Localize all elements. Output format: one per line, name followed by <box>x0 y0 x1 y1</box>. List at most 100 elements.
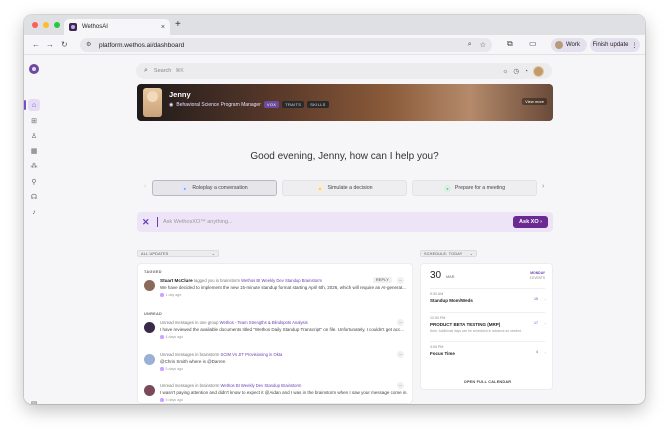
main-content: ⌕ Search ⌘K ☼ ◷ ◔ Jenny ◉ Behavioral Sci… <box>44 56 645 404</box>
calendar-event[interactable]: 12:00 PM PRODUCT BETA TESTING (MRP) Note… <box>430 316 546 333</box>
avatar <box>144 322 155 333</box>
new-tab-button[interactable]: + <box>175 19 181 31</box>
more-options-icon[interactable]: ⋯ <box>397 277 404 284</box>
profile-role-row: ◉ Behavioral Science Program Manager VOX… <box>169 101 329 108</box>
person-icon[interactable]: ♙ <box>28 130 40 142</box>
ask-input[interactable]: ✕ Ask WethosXO™ anything... Ask XO › <box>137 212 553 232</box>
profile-button[interactable]: Work <box>551 38 587 52</box>
collapse-sidebar-icon[interactable]: ▤ <box>28 398 40 404</box>
profile-role: Behavioral Science Program Manager <box>176 101 261 108</box>
view-more-button[interactable]: View more <box>522 98 547 105</box>
url-text[interactable]: platform.wethos.ai/dashboard <box>99 42 460 49</box>
chevron-down-icon: ⌄ <box>469 252 473 256</box>
ask-xo-button[interactable]: Ask XO › <box>513 216 548 228</box>
schedule-month: MAR <box>446 275 455 279</box>
ask-placeholder[interactable]: Ask WethosXO™ anything... <box>163 219 513 225</box>
event-time: 12:00 PM <box>430 316 446 320</box>
theme-toggle-icon[interactable]: ☼ <box>502 68 508 75</box>
meeting-icon: ● <box>443 184 451 192</box>
prompt-suggestions: ‹ ● Roleplay a conversation ● Simulate a… <box>144 180 552 196</box>
feed-item-header: Unread messages in brainstorm SCIM Vs JI… <box>160 352 283 357</box>
browser-window: WethosAI × + ← → ↻ ⚙ platform.wethos.ai/… <box>24 15 645 404</box>
zoom-search-icon[interactable]: ⌕ <box>468 41 472 49</box>
back-arrow-icon[interactable]: ← <box>32 39 40 51</box>
calendar-icon[interactable]: ▦ <box>28 145 40 157</box>
event-title: PRODUCT BETA TESTING (MRP) <box>430 322 501 327</box>
feed-item-meta: 4 days ago <box>160 335 183 339</box>
traffic-lights <box>32 22 60 28</box>
ask-divider <box>157 217 158 227</box>
search-input[interactable]: ⌕ Search ⌘K ☼ ◷ ◔ <box>136 63 552 79</box>
prompt-prev-icon[interactable]: ‹ <box>144 183 146 190</box>
feed-item[interactable]: Unread messages in brainstorm Wethos BI … <box>144 382 408 404</box>
updates-filter-dropdown[interactable]: ALL UPDATES ⌄ <box>137 250 219 257</box>
more-options-icon[interactable]: ⋯ <box>397 351 404 358</box>
brainstorm-link[interactable]: SCIM Vs JIT Provisioning in Okta <box>221 352 283 357</box>
feed-item-meta: 1 day ago <box>160 293 181 297</box>
schedule-filter-dropdown[interactable]: SCHEDULE: TODAY ⌄ <box>420 250 477 257</box>
finish-update-label: Finish update <box>592 42 629 48</box>
chip-traits[interactable]: TRAITS <box>282 101 305 108</box>
forward-arrow-icon[interactable]: → <box>46 39 54 51</box>
divider <box>430 312 545 313</box>
microphone-icon[interactable]: ♪ <box>28 206 40 218</box>
chip-vox[interactable]: VOX <box>263 101 280 108</box>
team-icon[interactable]: ☊ <box>28 191 40 203</box>
location-pin-icon[interactable]: ⚲ <box>28 176 40 188</box>
profile-banner: Jenny ◉ Behavioral Science Program Manag… <box>137 84 553 121</box>
divider <box>430 288 545 289</box>
schedule-day: 30 <box>430 270 442 281</box>
site-settings-icon[interactable]: ⚙ <box>86 42 93 49</box>
group-link[interactable]: Wethos - Team Strengths & Blindspots Ana… <box>220 320 308 325</box>
feed-item-header: Stuart McClure tagged you in brainstorm … <box>160 278 322 283</box>
wethos-favicon-icon <box>69 23 77 31</box>
home-icon[interactable]: ⌂ <box>28 99 40 111</box>
event-attendee-count: 17 <box>534 321 538 325</box>
search-placeholder: Search <box>153 68 172 74</box>
prompt-next-icon[interactable]: › <box>542 183 544 190</box>
sidebar-toggle-icon[interactable]: ▭ <box>529 39 537 48</box>
minimize-window-button[interactable] <box>43 22 49 28</box>
history-icon[interactable]: ◷ <box>513 67 519 75</box>
prompt-card-roleplay[interactable]: ● Roleplay a conversation <box>152 180 277 196</box>
dashboard-grid-icon[interactable]: ⊞ <box>28 115 40 127</box>
finish-update-button[interactable]: Finish update ⋮ <box>590 38 640 52</box>
maximize-window-button[interactable] <box>54 22 60 28</box>
calendar-event[interactable]: 9:30 AM Standup Mom/Weds 15 › <box>430 292 546 303</box>
brainstorm-link[interactable]: Wethos BI Weekly Dev Standup Brainstorm <box>241 278 322 283</box>
updates-feed: ALL UPDATES ⌄ TAGGED Stuart McClure tagg… <box>137 250 413 404</box>
notification-icon[interactable]: ◔ <box>524 68 528 75</box>
profile-photo <box>143 88 162 117</box>
user-avatar[interactable] <box>533 65 544 77</box>
prompt-card-meeting[interactable]: ● Prepare for a meeting <box>412 180 537 196</box>
calendar-event[interactable]: 3:00 PM Focus Time 4 › <box>430 345 546 356</box>
feed-item-meta: 5 days ago <box>160 398 183 402</box>
reload-icon[interactable]: ↻ <box>61 39 68 51</box>
close-window-button[interactable] <box>32 22 38 28</box>
bookmark-star-icon[interactable]: ☆ <box>480 41 486 49</box>
chip-skills[interactable]: SKILLS <box>307 101 329 108</box>
brainstorm-link[interactable]: Wethos BI Weekly Dev Standup Brainstorm <box>221 383 302 388</box>
feed-item[interactable]: Unread messages in one group Wethos - Te… <box>144 319 408 347</box>
wethos-logo-icon[interactable] <box>29 64 39 74</box>
more-options-icon[interactable]: ⋯ <box>397 382 404 389</box>
app-sidebar: ⌂ ⊞ ♙ ▦ ⁂ ⚲ ☊ ♪ ▤ <box>24 56 44 404</box>
extensions-icon[interactable]: ⧉ <box>507 39 513 49</box>
browser-tab[interactable]: WethosAI × <box>64 19 170 35</box>
chevron-right-icon: › <box>544 350 547 355</box>
open-full-calendar-button[interactable]: OPEN FULL CALENDAR <box>421 380 554 384</box>
network-icon[interactable]: ⁂ <box>28 160 40 172</box>
prompt-card-decision[interactable]: ● Simulate a decision <box>282 180 407 196</box>
reply-button[interactable]: REPLY <box>372 277 392 283</box>
feed-item[interactable]: Unread messages in brainstorm SCIM Vs JI… <box>144 351 408 379</box>
event-time: 9:30 AM <box>430 292 444 296</box>
more-options-icon[interactable]: ⋯ <box>397 319 404 326</box>
avatar <box>144 385 155 396</box>
more-menu-icon: ⋮ <box>631 42 638 49</box>
schedule-card: 30 MAR MONDAY 3 EVENTS 9:30 AM Standup M… <box>420 263 553 390</box>
address-bar[interactable]: ⚙ platform.wethos.ai/dashboard ⌕ ☆ <box>80 38 492 52</box>
feed-item[interactable]: Stuart McClure tagged you in brainstorm … <box>144 277 408 305</box>
tab-close-icon[interactable]: × <box>161 24 165 31</box>
chevron-right-icon: › <box>544 297 547 302</box>
search-shortcut: ⌘K <box>175 68 184 74</box>
